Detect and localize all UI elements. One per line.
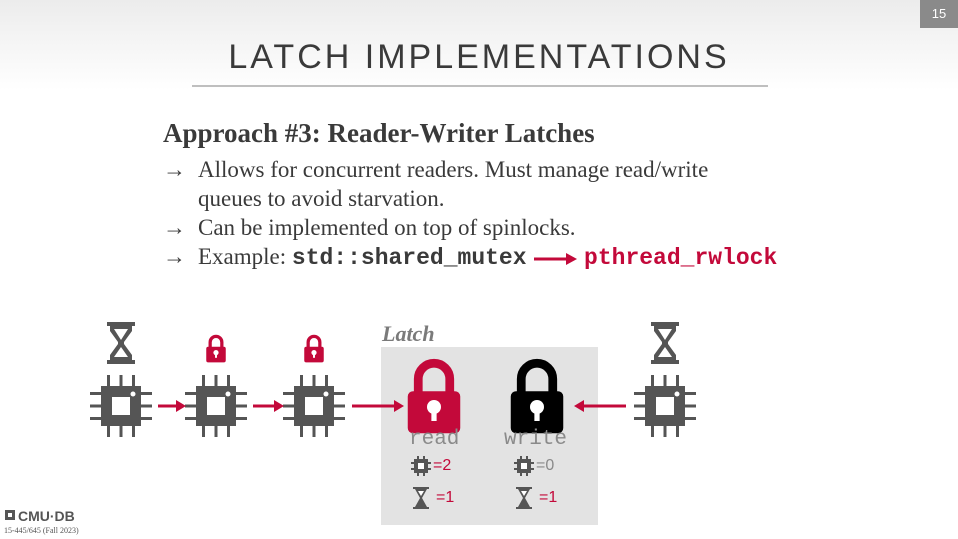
hourglass-icon	[413, 487, 429, 509]
read-wait-count: =1	[436, 489, 455, 506]
hourglass-icon	[107, 322, 135, 364]
hourglass-icon	[516, 487, 532, 509]
cpu-icon	[411, 456, 431, 476]
lock-icon	[302, 334, 326, 364]
arrow-left-icon	[574, 400, 626, 412]
write-cpu-count: =0	[536, 457, 555, 474]
read-cpu-count: =2	[433, 457, 452, 474]
read-label: read	[409, 428, 460, 451]
cpu-icon	[283, 375, 345, 437]
write-lock-icon	[511, 363, 564, 433]
latch-diagram	[5, 322, 696, 520]
cpu-icon	[634, 375, 696, 437]
cpu-icon	[185, 375, 247, 437]
arrow-right-icon	[158, 400, 186, 412]
hourglass-icon	[651, 322, 679, 364]
arrow-right-icon	[352, 400, 404, 412]
footer-course: 15-445/645 (Fall 2023)	[4, 526, 79, 535]
footer-logo: CMU·DB	[18, 508, 75, 524]
cmu-db-logo-icon	[5, 510, 15, 520]
write-wait-count: =1	[539, 489, 558, 506]
arrow-right-icon	[253, 400, 284, 412]
read-lock-icon	[408, 363, 461, 433]
cpu-icon	[514, 456, 534, 476]
cpu-icon	[90, 375, 152, 437]
lock-icon	[204, 334, 228, 364]
write-label: write	[504, 428, 568, 451]
